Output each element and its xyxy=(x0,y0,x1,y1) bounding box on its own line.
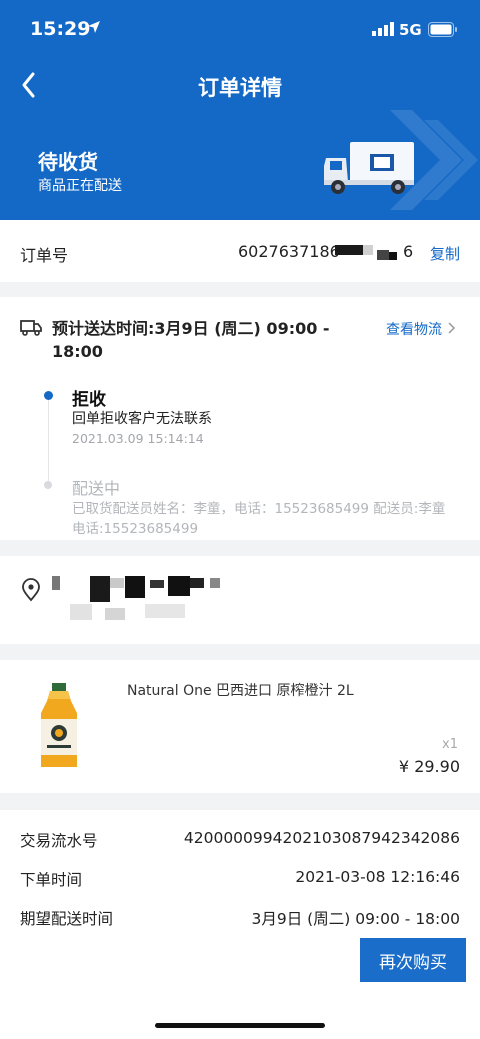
location-pin-icon xyxy=(22,578,40,602)
event-time: 2021.03.09 15:14:14 xyxy=(72,431,204,446)
order-number-value: 6027637186 xyxy=(238,242,340,261)
copy-button[interactable]: 复制 xyxy=(430,243,460,264)
order-status-title: 待收货 xyxy=(38,150,98,174)
order-number-redacted xyxy=(335,240,405,264)
chevron-right-icon xyxy=(448,322,456,334)
event-description: 回单拒收客户无法联系 xyxy=(72,411,212,427)
timeline-dot-active xyxy=(44,391,53,400)
timeline-line xyxy=(48,396,49,486)
status-bar: 15:29 5G xyxy=(0,0,480,58)
orange-juice-bottle-image xyxy=(41,683,77,767)
header: 15:29 5G 订单详情 待收货 商品正在配送 xyxy=(0,0,480,220)
battery-icon xyxy=(428,22,457,37)
product-name: Natural One 巴西进口 原榨橙汁 2L xyxy=(127,683,354,699)
view-logistics-label: 查看物流 xyxy=(386,322,442,338)
order-status-subtitle: 商品正在配送 xyxy=(38,178,122,194)
estimated-delivery-time: 预计送达时间:3月9日 (周二) 09:00 - 18:00 xyxy=(52,319,330,361)
truck-icon xyxy=(20,320,42,336)
address-redacted xyxy=(50,572,240,624)
event-title: 拒收 xyxy=(72,390,106,410)
expected-delivery-value: 3月9日 (周二) 09:00 - 18:00 xyxy=(251,910,460,928)
transaction-id-value: 4200000994202103087942342086 xyxy=(183,829,460,847)
product-quantity: x1 xyxy=(442,737,458,752)
status-time: 15:29 xyxy=(30,18,91,40)
event-title: 配送中 xyxy=(72,479,121,498)
network-label: 5G xyxy=(399,21,422,39)
event-description: 已取货配送员姓名：李童，电话：15523685499 配送员:李童 电话:155… xyxy=(72,501,446,537)
home-indicator[interactable] xyxy=(155,1023,325,1028)
signal-icon xyxy=(372,22,394,36)
rebuy-button[interactable]: 再次购买 xyxy=(360,938,466,982)
timeline-dot-inactive xyxy=(44,481,52,489)
delivery-truck-icon xyxy=(324,142,414,194)
order-number-label: 订单号 xyxy=(20,246,69,265)
product-price: ¥ 29.90 xyxy=(398,757,460,776)
order-time-value: 2021-03-08 12:16:46 xyxy=(295,868,460,886)
location-arrow-icon xyxy=(88,21,100,33)
view-logistics-link[interactable]: 查看物流 xyxy=(386,319,456,339)
transaction-id-label: 交易流水号 xyxy=(20,832,98,850)
expected-delivery-label: 期望配送时间 xyxy=(20,910,114,928)
order-time-label: 下单时间 xyxy=(20,871,83,889)
order-number-suffix: 6 xyxy=(403,242,414,261)
page-title: 订单详情 xyxy=(198,76,282,100)
